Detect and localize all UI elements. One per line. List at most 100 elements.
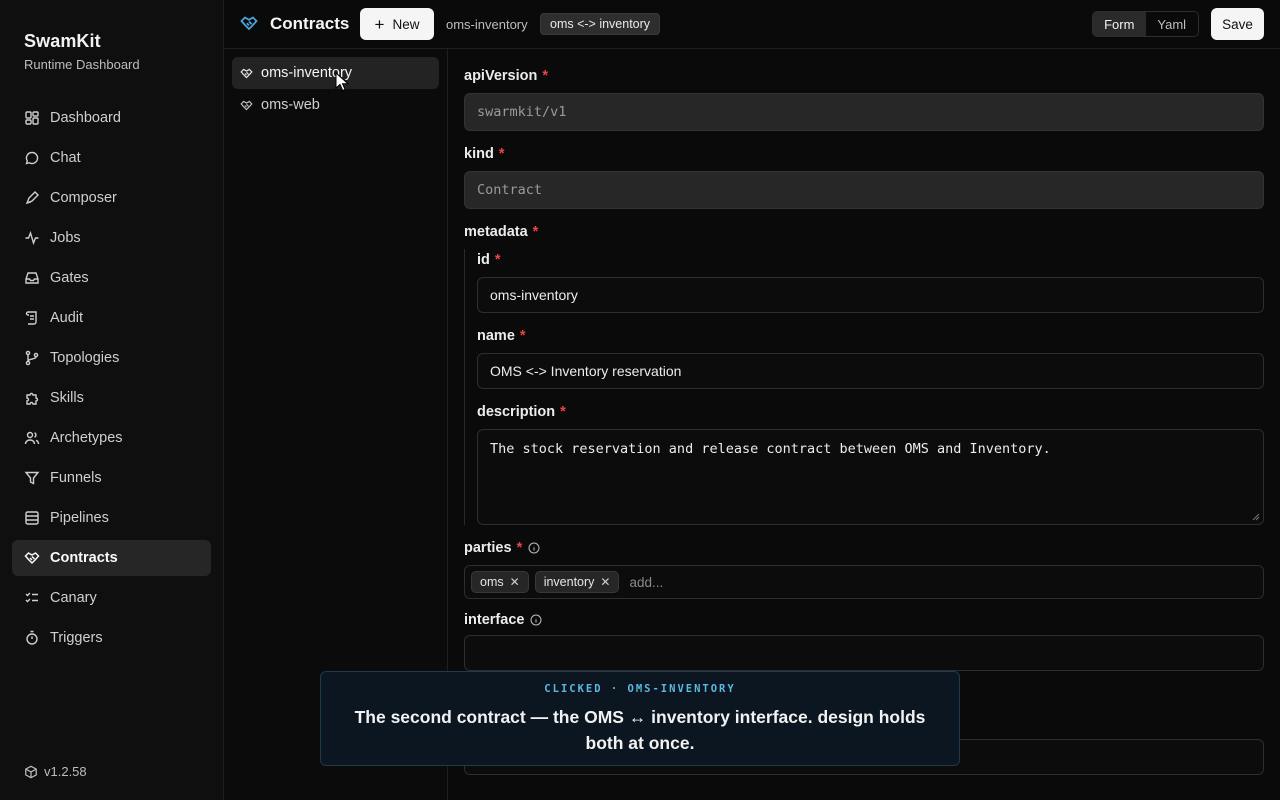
nav-item-gates[interactable]: Gates bbox=[12, 260, 211, 296]
version-label: v1.2.58 bbox=[44, 764, 87, 779]
field-label: metadata bbox=[464, 224, 528, 240]
nav-item-pipelines[interactable]: Pipelines bbox=[12, 500, 211, 536]
breadcrumb-active: oms <-> inventory bbox=[540, 13, 661, 35]
nav-label: Contracts bbox=[50, 550, 118, 566]
metadata-label: metadata * bbox=[464, 224, 538, 240]
nav-label: Pipelines bbox=[50, 510, 109, 526]
required-marker: * bbox=[519, 328, 526, 344]
interface-label: interface bbox=[464, 612, 542, 628]
interface-field[interactable] bbox=[464, 635, 1264, 671]
info-icon[interactable] bbox=[530, 614, 542, 626]
metadata-nesting-line bbox=[464, 249, 465, 525]
id-label: id * bbox=[477, 252, 501, 268]
dashboard-icon bbox=[24, 110, 40, 126]
nav-item-contracts[interactable]: Contracts bbox=[12, 540, 211, 576]
tag-label: inventory bbox=[543, 575, 595, 589]
nav-label: Chat bbox=[50, 150, 81, 166]
nav-item-dashboard[interactable]: Dashboard bbox=[12, 100, 211, 136]
breadcrumb-contract[interactable]: oms-inventory bbox=[446, 17, 528, 32]
tag-label: oms bbox=[480, 575, 504, 589]
name-label: name * bbox=[477, 328, 526, 344]
nav-label: Topologies bbox=[50, 350, 120, 366]
parties-tag-input[interactable]: oms ✕ inventory ✕ add... bbox=[464, 565, 1264, 599]
kind-label: kind * bbox=[464, 146, 504, 162]
resize-grip-icon[interactable] bbox=[1252, 513, 1260, 521]
apiversion-field: swarmkit/v1 bbox=[464, 93, 1264, 131]
description-label: description * bbox=[477, 404, 566, 420]
nav-label: Skills bbox=[50, 390, 84, 406]
brand: SwamKit Runtime Dashboard bbox=[24, 31, 140, 72]
save-button[interactable]: Save bbox=[1211, 8, 1264, 40]
info-icon[interactable] bbox=[528, 542, 540, 554]
activity-icon bbox=[24, 230, 40, 246]
nav-label: Triggers bbox=[50, 630, 103, 646]
nav-item-skills[interactable]: Skills bbox=[12, 380, 211, 416]
nav-label: Composer bbox=[50, 190, 117, 206]
timer-icon bbox=[24, 630, 40, 646]
nav-item-chat[interactable]: Chat bbox=[12, 140, 211, 176]
description-field[interactable]: The stock reservation and release contra… bbox=[477, 429, 1264, 525]
toast-tag: CLICKED · OMS-INVENTORY bbox=[544, 683, 736, 695]
page-header: Contracts + New oms-inventory oms <-> in… bbox=[224, 0, 1280, 49]
name-field[interactable]: OMS <-> Inventory reservation bbox=[477, 353, 1264, 389]
nav-item-topologies[interactable]: Topologies bbox=[12, 340, 211, 376]
required-marker: * bbox=[494, 252, 501, 268]
handshake-icon bbox=[240, 68, 253, 78]
nav-item-funnels[interactable]: Funnels bbox=[12, 460, 211, 496]
remove-tag-icon[interactable]: ✕ bbox=[600, 575, 610, 589]
nav-label: Audit bbox=[50, 310, 84, 326]
contract-item-label: oms-web bbox=[261, 97, 320, 113]
field-label: interface bbox=[464, 612, 525, 628]
nav-label: Gates bbox=[50, 270, 89, 286]
required-marker: * bbox=[542, 68, 548, 84]
party-tag: oms ✕ bbox=[471, 571, 529, 593]
required-marker: * bbox=[498, 146, 505, 162]
party-tag: inventory ✕ bbox=[534, 571, 620, 593]
puzzle-icon bbox=[24, 390, 40, 406]
parties-label: parties * bbox=[464, 540, 540, 556]
nav-label: Canary bbox=[50, 590, 97, 606]
view-form-tab[interactable]: Form bbox=[1093, 12, 1146, 36]
description-text: The stock reservation and release contra… bbox=[490, 441, 1051, 457]
nav-label: Archetypes bbox=[50, 430, 123, 446]
contract-item-oms-web[interactable]: oms-web bbox=[232, 89, 439, 121]
version-info: v1.2.58 bbox=[24, 764, 87, 779]
nav-item-archetypes[interactable]: Archetypes bbox=[12, 420, 211, 456]
brand-name: SwamKit bbox=[24, 31, 101, 51]
plus-icon: + bbox=[374, 14, 385, 34]
handshake-icon bbox=[24, 550, 40, 566]
field-label: name bbox=[477, 328, 515, 344]
nav-item-triggers[interactable]: Triggers bbox=[12, 620, 211, 656]
view-mode-toggle: Form Yaml bbox=[1092, 11, 1199, 37]
new-button-label: New bbox=[392, 16, 420, 32]
mouse-cursor-icon bbox=[335, 72, 349, 92]
nav-item-composer[interactable]: Composer bbox=[12, 180, 211, 216]
nav-item-audit[interactable]: Audit bbox=[12, 300, 211, 336]
checklist-icon bbox=[24, 590, 40, 606]
apiversion-label: apiVersion * bbox=[464, 68, 548, 84]
chat-icon bbox=[24, 150, 40, 166]
nav-label: Funnels bbox=[50, 470, 102, 486]
remove-tag-icon[interactable]: ✕ bbox=[510, 575, 520, 589]
field-label: kind bbox=[464, 146, 494, 162]
id-field[interactable]: oms-inventory bbox=[477, 277, 1264, 313]
field-label: parties bbox=[464, 540, 512, 556]
page-title: Contracts bbox=[270, 14, 350, 33]
required-marker: * bbox=[516, 540, 523, 556]
click-toast: CLICKED · OMS-INVENTORY The second contr… bbox=[320, 671, 960, 766]
nav-item-canary[interactable]: Canary bbox=[12, 580, 211, 616]
view-yaml-tab[interactable]: Yaml bbox=[1146, 12, 1199, 36]
kind-field: Contract bbox=[464, 171, 1264, 209]
required-marker: * bbox=[532, 224, 539, 240]
contracts-logo-icon bbox=[240, 16, 258, 31]
app-sidebar: SwamKit Runtime Dashboard Dashboard Chat… bbox=[0, 0, 224, 800]
package-icon bbox=[25, 765, 37, 778]
add-party-placeholder[interactable]: add... bbox=[629, 575, 663, 590]
required-marker: * bbox=[560, 404, 566, 420]
nav-label: Jobs bbox=[50, 230, 81, 246]
users-icon bbox=[24, 430, 40, 446]
toast-message: The second contract — the OMS ↔ inventor… bbox=[354, 707, 926, 753]
nav-item-jobs[interactable]: Jobs bbox=[12, 220, 211, 256]
new-contract-button[interactable]: + New bbox=[360, 8, 434, 40]
rows-icon bbox=[24, 510, 40, 526]
